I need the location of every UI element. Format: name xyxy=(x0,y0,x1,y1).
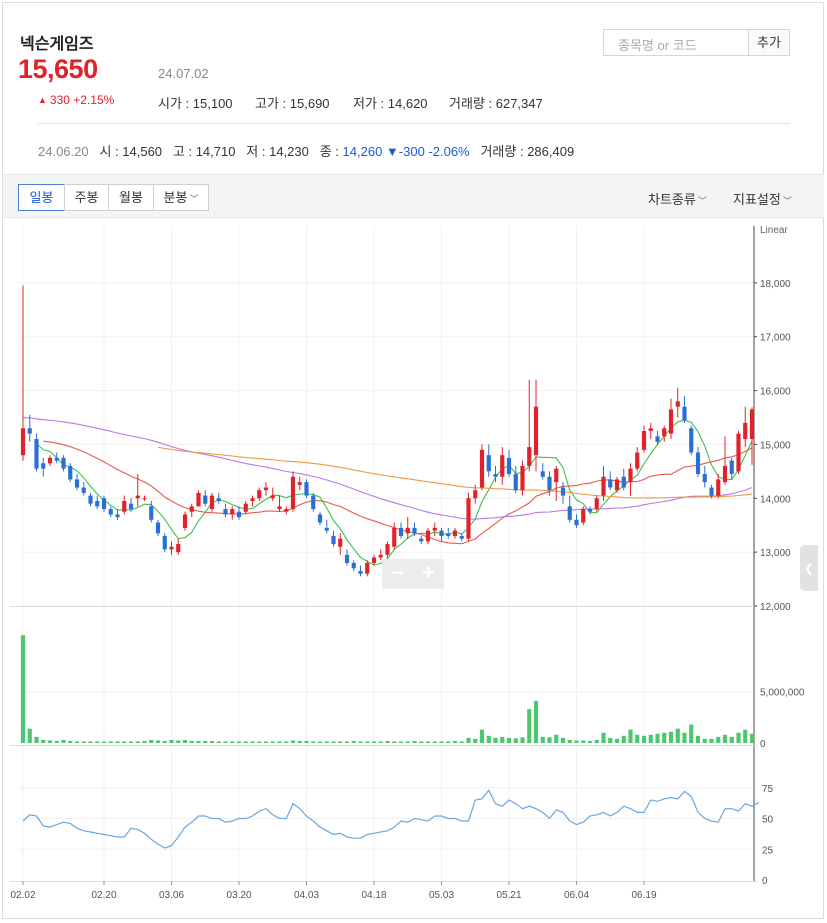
add-stock-button[interactable]: 추가 xyxy=(748,29,790,56)
low-price: 저가 : 14,620 xyxy=(353,96,428,111)
open-price: 시가 : 15,100 xyxy=(158,96,233,111)
stock-name: 넥슨게임즈 xyxy=(20,36,94,53)
header-divider xyxy=(38,123,790,124)
tab-daily[interactable]: 일봉 xyxy=(18,184,65,211)
chart-type-dropdown[interactable]: 차트종류 ﹀ xyxy=(648,189,707,208)
zoom-in-button[interactable]: + xyxy=(413,559,444,589)
current-price: 15,650 xyxy=(18,54,98,84)
volume-total: 거래량 : 627,347 xyxy=(449,96,543,111)
tab-weekly[interactable]: 주봉 xyxy=(64,184,109,211)
high-price: 고가 : 15,690 xyxy=(255,96,330,111)
chevron-down-icon: ﹀ xyxy=(697,196,707,206)
chart-toolbar: 일봉 주봉 월봉 분봉 ﹀ 차트종류 ﹀ 지표설정 ﹀ xyxy=(3,174,824,218)
down-triangle-icon: ▼ xyxy=(385,144,399,159)
hover-candle-info: 24.06.20 시 : 14,560 고 : 14,710 저 : 14,23… xyxy=(38,144,575,159)
chart-widget-frame xyxy=(2,2,824,919)
up-triangle-icon: ▲ xyxy=(38,95,47,105)
zoom-controls: − + xyxy=(382,559,444,589)
chevron-down-icon: ﹀ xyxy=(189,194,199,204)
tab-monthly[interactable]: 월봉 xyxy=(108,184,154,211)
side-panel-toggle[interactable]: ❮ xyxy=(800,545,818,591)
price-change-value: 330 +2.15% xyxy=(49,93,115,107)
price-change: ▲ 330 +2.15% xyxy=(38,93,114,107)
zoom-out-button[interactable]: − xyxy=(382,559,413,589)
chevron-down-icon: ﹀ xyxy=(782,196,792,206)
tab-minute[interactable]: 분봉 ﹀ xyxy=(153,184,209,211)
stock-search-input[interactable]: 종목명 or 코드 xyxy=(603,29,749,56)
indicator-settings-dropdown[interactable]: 지표설정 ﹀ xyxy=(733,189,792,208)
quote-date: 24.07.02 xyxy=(158,66,209,81)
